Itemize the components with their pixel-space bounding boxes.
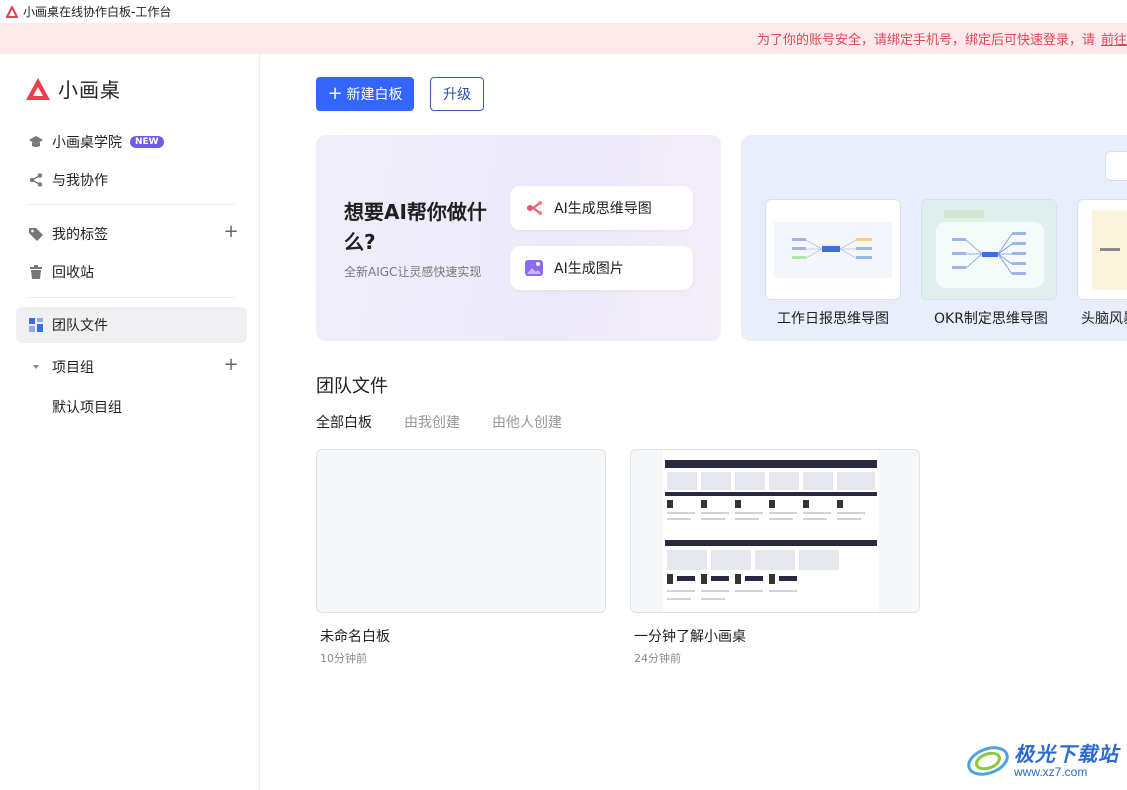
brand-logo[interactable]: 小画桌: [24, 74, 121, 103]
image-sparkle-icon: [524, 258, 544, 278]
file-name[interactable]: 一分钟了解小画桌: [634, 626, 746, 646]
security-notice-bar: 为了你的账号安全，请绑定手机号，绑定后可快速登录，请 前往: [0, 23, 1127, 54]
template-label: OKR制定思维导图: [934, 311, 1048, 327]
caret-down-icon[interactable]: [28, 359, 44, 375]
ai-mindmap-button[interactable]: AI生成思维导图: [510, 186, 693, 230]
sidebar-item-collab[interactable]: 与我协作: [16, 162, 247, 198]
new-board-button[interactable]: + 新建白板: [316, 77, 414, 111]
sidebar: 小画桌 小画桌学院 NEW 与我协作 我的标签 + 回收站 团队文件 项目组 +…: [0, 54, 260, 790]
tab-all-boards[interactable]: 全部白板: [316, 412, 372, 432]
add-tag-icon[interactable]: +: [223, 223, 239, 241]
sidebar-item-team-files[interactable]: 团队文件: [16, 307, 247, 343]
ai-card: 想要AI帮你做什么? 全新AIGC让灵感快速实现 AI生成思维导图 AI生成图片: [316, 135, 721, 341]
add-project-icon[interactable]: +: [223, 356, 239, 374]
sidebar-item-default-project[interactable]: 默认项目组: [52, 397, 122, 417]
sidebar-item-tags[interactable]: 我的标签 +: [16, 216, 247, 252]
graduation-cap-icon: [28, 134, 44, 150]
sidebar-item-label: 与我协作: [52, 173, 108, 189]
template-label: 头脑风暴: [1081, 311, 1127, 327]
watermark: 极光下载站 www.xz7.com: [966, 738, 1119, 779]
sidebar-item-academy[interactable]: 小画桌学院 NEW: [16, 124, 247, 160]
notice-text: 为了你的账号安全，请绑定手机号，绑定后可快速登录，请: [756, 33, 1095, 48]
sidebar-divider: [28, 297, 235, 298]
new-badge: NEW: [130, 136, 164, 148]
file-card-untitled[interactable]: [316, 449, 606, 613]
file-time: 24分钟前: [634, 652, 681, 665]
app-logo-icon: [6, 5, 18, 18]
sidebar-item-label: 项目组: [52, 360, 94, 376]
trash-icon: [28, 264, 44, 280]
file-card-intro[interactable]: [630, 449, 920, 613]
notice-link[interactable]: 前往: [1101, 29, 1127, 48]
sidebar-item-label: 团队文件: [52, 318, 108, 334]
templates-more-button[interactable]: [1105, 151, 1127, 181]
tag-icon: [28, 226, 44, 242]
ai-card-title: 想要AI帮你做什么?: [344, 200, 487, 254]
file-name[interactable]: 未命名白板: [320, 626, 390, 646]
sidebar-item-project-group[interactable]: 项目组 +: [16, 349, 247, 385]
ai-card-subtitle: 全新AIGC让灵感快速实现: [344, 265, 482, 279]
team-files-icon: [28, 317, 44, 333]
template-thumbnail-brainstorm[interactable]: [1077, 199, 1127, 300]
sidebar-divider: [28, 204, 235, 205]
sidebar-item-label: 回收站: [52, 265, 94, 281]
watermark-logo-icon: [967, 745, 1009, 776]
templates-panel: 工作日报思维导图 OKR制定思维导图 头脑风暴: [741, 135, 1127, 341]
upgrade-button[interactable]: 升级: [430, 77, 484, 111]
watermark-title: 极光下载站: [1014, 742, 1119, 766]
plus-icon: +: [327, 83, 343, 104]
watermark-url: www.xz7.com: [1014, 765, 1088, 779]
file-time: 10分钟前: [320, 652, 367, 665]
sidebar-item-trash[interactable]: 回收站: [16, 254, 247, 290]
template-thumbnail-okr[interactable]: [921, 199, 1057, 300]
sparkle-mindmap-icon: [524, 198, 544, 218]
new-board-label: 新建白板: [346, 87, 403, 103]
tab-created-by-me[interactable]: 由我创建: [404, 412, 460, 432]
ai-image-button[interactable]: AI生成图片: [510, 246, 693, 290]
sidebar-item-label: 我的标签: [52, 227, 108, 243]
sidebar-item-label: 小画桌学院: [52, 135, 122, 151]
section-title: 团队文件: [316, 376, 388, 397]
window-titlebar: 小画桌在线协作白板-工作台: [0, 0, 1127, 23]
template-label: 工作日报思维导图: [777, 311, 889, 327]
template-thumbnail-daily-report[interactable]: [765, 199, 901, 300]
share-icon: [28, 172, 44, 188]
tab-created-by-others[interactable]: 由他人创建: [492, 412, 562, 432]
window-title: 小画桌在线协作白板-工作台: [23, 5, 172, 19]
ai-image-label: AI生成图片: [554, 261, 624, 277]
ai-mindmap-label: AI生成思维导图: [554, 201, 652, 217]
logo-icon: [26, 77, 50, 100]
brand-name: 小画桌: [58, 78, 121, 102]
board-preview-thumbnail: [663, 450, 879, 612]
